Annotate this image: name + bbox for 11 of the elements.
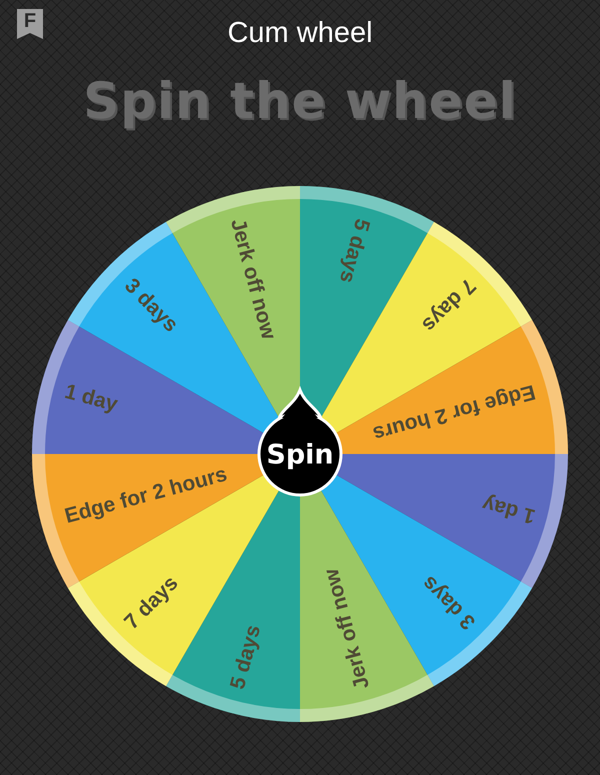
segment-label: 1 day (62, 380, 120, 416)
segment-label: 5 days (334, 216, 374, 286)
segment-label: Edge for 2 hours (62, 462, 230, 528)
segment-label: Edge for 2 hours (370, 380, 538, 446)
wheel-heading: Spin the wheel (82, 72, 518, 130)
segment-label: 1 day (480, 492, 538, 528)
segment-label: Jerk off now (226, 216, 280, 342)
page-title: Cum wheel (227, 16, 373, 50)
segment-label: Jerk off now (320, 566, 374, 692)
segment-label: 5 days (226, 622, 266, 692)
app-badge-icon[interactable]: F (17, 9, 43, 39)
